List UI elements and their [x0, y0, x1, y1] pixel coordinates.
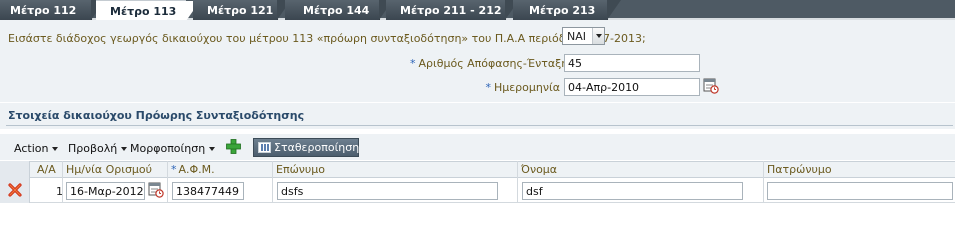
- father-name-field[interactable]: [767, 182, 953, 200]
- calendar-icon[interactable]: [703, 78, 719, 94]
- decision-number-label: * Αριθμός Απόφασης-Ένταξης: [410, 57, 575, 70]
- tab-label: Μέτρο 144: [303, 4, 370, 17]
- tab-metro-112[interactable]: Μέτρο 112: [0, 0, 105, 20]
- caret-down-icon: [121, 147, 128, 151]
- definition-date-field[interactable]: 16-Μαρ-2012: [66, 182, 145, 200]
- column-header-afm-text: Α.Φ.Μ.: [178, 163, 215, 176]
- column-header-aa[interactable]: Α/Α: [37, 163, 56, 176]
- successor-select[interactable]: ΝΑΙ: [562, 27, 605, 45]
- add-row-icon[interactable]: [226, 139, 241, 154]
- view-menu-label: Προβολή: [68, 142, 118, 155]
- action-menu[interactable]: Action: [14, 142, 59, 155]
- column-divider: [272, 161, 273, 203]
- surname-field[interactable]: dsfs: [277, 182, 498, 200]
- column-header-date[interactable]: Ημ/νία Ορισμού: [66, 163, 152, 176]
- caret-down-icon: [209, 147, 216, 151]
- column-divider: [763, 161, 764, 203]
- tab-metro-113[interactable]: Μέτρο 113: [96, 0, 200, 21]
- tab-metro-213[interactable]: Μέτρο 213: [513, 0, 621, 20]
- format-menu[interactable]: Μορφοποίηση: [130, 142, 216, 155]
- view-menu[interactable]: Προβολή: [68, 142, 128, 155]
- tab-label: Μέτρο 112: [10, 4, 77, 17]
- freeze-button[interactable]: Σταθεροποίηση: [253, 138, 359, 157]
- caret-down-icon: [52, 147, 59, 151]
- action-menu-label: Action: [14, 142, 49, 155]
- freeze-columns-icon: [258, 142, 271, 153]
- delete-row-icon[interactable]: [8, 183, 22, 197]
- required-marker: *: [410, 57, 416, 70]
- decision-number-label-text: Αριθμός Απόφασης-Ένταξης: [418, 57, 575, 70]
- row-number: 1: [56, 185, 63, 198]
- column-header-father[interactable]: Πατρώνυμο: [767, 163, 832, 176]
- tab-metro-211-212[interactable]: Μέτρο 211 - 212: [386, 0, 519, 20]
- column-header-name[interactable]: Όνομα: [521, 163, 557, 176]
- column-divider: [167, 161, 168, 203]
- chevron-down-icon[interactable]: [592, 28, 604, 44]
- table-empty-area: [0, 204, 955, 229]
- date-label: * Ημερομηνία: [440, 81, 560, 94]
- tab-label: Μέτρο 121: [207, 4, 274, 17]
- tab-label: Μέτρο 113: [110, 5, 177, 18]
- successor-question-label: Εισάστε διάδοχος γεωργός δικαιούχου του …: [8, 32, 646, 45]
- date-label-text: Ημερομηνία: [493, 81, 560, 94]
- name-field[interactable]: dsf: [522, 182, 743, 200]
- date-field[interactable]: 04-Απρ-2010: [564, 78, 700, 96]
- freeze-button-label: Σταθεροποίηση: [274, 141, 360, 154]
- tab-label: Μέτρο 213: [529, 4, 596, 17]
- tab-metro-144[interactable]: Μέτρο 144: [285, 0, 393, 20]
- column-header-afm[interactable]: * Α.Φ.Μ.: [171, 163, 215, 176]
- tab-metro-121[interactable]: Μέτρο 121: [193, 0, 291, 20]
- section-divider: [6, 125, 953, 126]
- format-menu-label: Μορφοποίηση: [130, 142, 206, 155]
- section-title: Στοιχεία δικαιούχου Πρόωρης Συνταξιοδότη…: [8, 109, 305, 122]
- afm-field[interactable]: 138477449: [172, 182, 244, 200]
- calendar-icon[interactable]: [148, 182, 164, 198]
- column-divider: [517, 161, 518, 203]
- decision-number-field[interactable]: 45: [564, 54, 700, 72]
- tab-label: Μέτρο 211 - 212: [400, 4, 502, 17]
- column-header-surname[interactable]: Επώνυμο: [276, 163, 325, 176]
- required-marker: *: [171, 163, 177, 176]
- required-marker: *: [485, 81, 491, 94]
- successor-select-value: ΝΑΙ: [567, 30, 586, 43]
